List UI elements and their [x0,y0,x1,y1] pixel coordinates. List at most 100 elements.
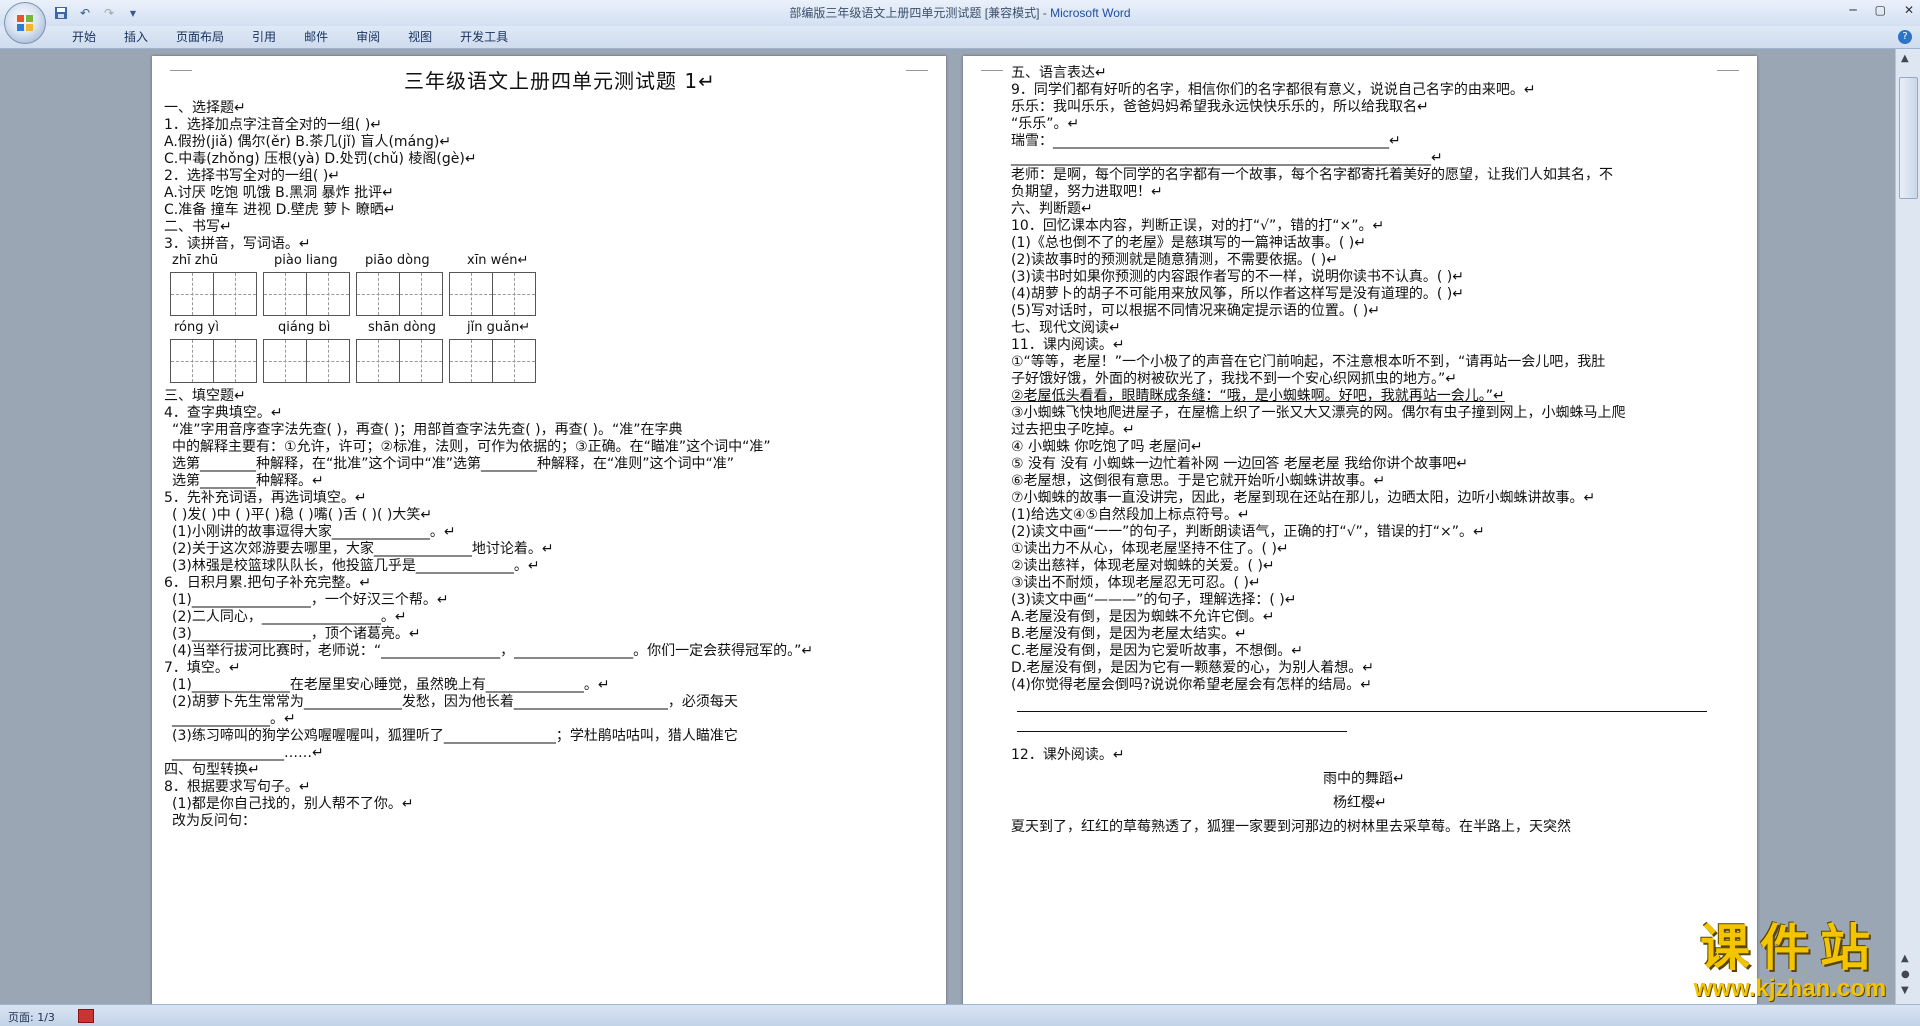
office-logo-icon [17,15,33,31]
watermark-url: www.kjzhan.com [1693,975,1887,1002]
doc-line: (5)写对话时，可以根据不同情况来确定提示语的位置。( )↵ [1011,303,1380,319]
office-button[interactable] [4,2,46,44]
doc-line: “乐乐”。↵ [1011,116,1080,132]
doc-line: 选第________种解释。↵ [172,473,324,489]
page-indicator[interactable]: 页面: 1/3 [8,1009,55,1025]
macro-record-icon[interactable] [78,1009,94,1023]
doc-line: 瑞雪：_____________________________________… [1011,133,1401,149]
doc-line: 8．根据要求写句子。↵ [164,779,311,795]
pinyin-label: xīn wén↵ [467,253,529,268]
minimize-icon[interactable]: ─ [1849,3,1856,17]
tab-references[interactable]: 引用 [238,29,290,45]
doc-line: (1)小刚讲的故事逗得大家______________。↵ [172,524,456,540]
doc-line: 负期望，努力进取吧！↵ [1011,184,1163,200]
doc-line: ③读出不耐烦，体现老屋忍无可忍。( )↵ [1011,575,1261,591]
maximize-icon[interactable]: ▢ [1875,3,1886,17]
doc-line: ( )发( )中 ( )平( )稳 ( )嘴( )舌 ( )( )大笑↵ [172,507,433,523]
tab-developer[interactable]: 开发工具 [446,29,522,45]
doc-line: (3)读文中画“———”的句子，理解选择：( )↵ [1011,592,1297,608]
ribbon-tabs: 开始 插入 页面布局 引用 邮件 审阅 视图 开发工具 [58,29,522,45]
doc-line: (2)胡萝卜先生常常为______________发愁，因为他长着_______… [172,694,738,710]
doc-line: A.老屋没有倒，是因为蜘蛛不允许它倒。↵ [1011,609,1275,625]
doc-line: (1)都是你自己找的，别人帮不了你。↵ [172,796,414,812]
writing-grid[interactable] [449,339,536,383]
tab-review[interactable]: 审阅 [342,29,394,45]
page-title: 三年级语文上册四单元测试题 1↵ [404,69,716,93]
vertical-scrollbar[interactable]: ▲ ▲ ● ▼ [1895,49,1920,1004]
passage-author: 杨红樱↵ [1333,795,1387,811]
passage-title: 雨中的舞蹈↵ [1323,771,1405,787]
pinyin-label: róng yì [174,320,219,335]
doc-line: (1)______________在老屋里安心睡觉，虽然晚上有_________… [172,677,610,693]
app-name: Microsoft Word [1050,6,1131,20]
doc-line: 1．选择加点字注音全对的一组( )↵ [164,117,383,133]
doc-line: 五、语言表达↵ [1011,65,1107,81]
answer-line[interactable] [1017,711,1707,712]
doc-line: (2)读文中画“一一”的句子，判断朗读语气，正确的打“√”，错误的打“×”。↵ [1011,524,1485,540]
crop-mark [906,56,928,71]
pinyin-label: jǐn guǎn↵ [467,320,531,335]
crop-mark [981,56,1003,71]
doc-line: C.老屋没有倒，是因为它爱听故事，不想倒。↵ [1011,643,1303,659]
doc-line: (3)读书时如果你预测的内容跟作者写的不一样，说明你读书不认真。( )↵ [1011,269,1464,285]
tab-insert[interactable]: 插入 [110,29,162,45]
doc-line: 一、选择题↵ [164,100,246,116]
doc-line: (3)练习啼叫的狗学公鸡喔喔喔叫，狐狸听了________________；学杜… [172,728,738,744]
crop-mark [170,56,192,71]
page-right: 五、语言表达↵ 9．同学们都有好听的名字，相信你们的名字都很有意义，说说自己名字… [963,56,1757,1004]
doc-line: 七、现代文阅读↵ [1011,320,1121,336]
doc-line: 4．查字典填空。↵ [164,405,283,421]
answer-line[interactable] [1017,731,1347,732]
writing-grid[interactable] [356,339,443,383]
doc-line: D.老屋没有倒，是因为它有一颗慈爱的心，为别人着想。↵ [1011,660,1374,676]
pinyin-label: shān dòng [368,320,437,335]
doc-line: 夏天到了，红红的草莓熟透了，狐狸一家要到河那边的树林里去采草莓。在半路上，天突然 [1011,819,1571,835]
close-icon[interactable]: ✕ [1904,3,1914,17]
doc-line: 二、书写↵ [164,219,232,235]
doc-line: 10．回忆课本内容，判断正误，对的打“√”，错的打“×”。↵ [1011,218,1385,234]
writing-grid[interactable] [356,272,443,316]
writing-grid[interactable] [170,272,257,316]
doc-line: C.准备 撞车 进视 D.壁虎 萝卜 瞭晒↵ [164,202,396,218]
doc-line: ①读出力不从心，体现老屋坚持不住了。( )↵ [1011,541,1289,557]
doc-line: 子好饿好饿，外面的树被砍光了，我找不到一个安心织网抓虫的地方。”↵ [1011,371,1457,387]
doc-line: (1)_________________，一个好汉三个帮。↵ [172,592,449,608]
help-icon[interactable]: ? [1898,30,1912,44]
doc-line: ________________……↵ [172,745,324,761]
doc-line: 六、判断题↵ [1011,201,1093,217]
doc-line: ⑦小蜘蛛的故事一直没讲完，因此，老屋到现在还站在那儿，边晒太阳，边听小蜘蛛讲故事… [1011,490,1596,506]
doc-line: ②读出慈祥，体现老屋对蜘蛛的关爱。( )↵ [1011,558,1275,574]
doc-line: ________________________________________… [1011,150,1443,166]
doc-line: (1)《总也倒不了的老屋》是慈琪写的一篇神话故事。( )↵ [1011,235,1366,251]
doc-line: ①“等等，老屋！”一个小极了的声音在它门前响起，不注意根本听不到，“请再站一会儿… [1011,354,1606,370]
writing-grid[interactable] [449,272,536,316]
scroll-thumb[interactable] [1899,77,1918,199]
doc-line: 12．课外阅读。↵ [1011,747,1125,763]
writing-grid[interactable] [170,339,257,383]
crop-mark [1717,56,1739,71]
pinyin-label: zhī zhū [172,253,219,268]
doc-line: 过去把虫子吃掉。↵ [1011,422,1135,438]
tab-view[interactable]: 视图 [394,29,446,45]
ribbon: 开始 插入 页面布局 引用 邮件 审阅 视图 开发工具 ? [0,26,1920,49]
doc-line: 老师：是啊，每个同学的名字都有一个故事，每个名字都寄托着美好的愿望，让我们人如其… [1011,167,1613,183]
doc-line: A.假扮(jiǎ) 偶尔(ěr) B.茶几(jǐ) 盲人(máng)↵ [164,134,452,150]
doc-line: “准”字用音序查字法先查( )，再查( )；用部首查字法先查( )，再查( )。… [172,422,683,438]
tab-mailings[interactable]: 邮件 [290,29,342,45]
writing-grid[interactable] [263,272,350,316]
writing-grid[interactable] [263,339,350,383]
tab-home[interactable]: 开始 [58,29,110,45]
pinyin-label: piāo dòng [365,253,430,268]
doc-line: 7．填空。↵ [164,660,241,676]
scroll-up-icon[interactable]: ▲ [1901,53,1909,64]
doc-line: 9．同学们都有好听的名字，相信你们的名字都很有意义，说说自己名字的由来吧。↵ [1011,82,1536,98]
doc-line: (3)_________________，顶个诸葛亮。↵ [172,626,421,642]
doc-line: ______________。↵ [172,711,296,727]
doc-line: 选第________种解释，在“批准”这个词中“准”选第________种解释，… [172,456,735,472]
document-title: 部编版三年级语文上册四单元测试题 [兼容模式] - [789,6,1051,20]
doc-line: 6．日积月累.把句子补充完整。↵ [164,575,372,591]
doc-line: 四、句型转换↵ [164,762,260,778]
tab-page-layout[interactable]: 页面布局 [162,29,238,45]
doc-line: (4)胡萝卜的胡子不可能用来放风筝，所以作者这样写是没有道理的。( )↵ [1011,286,1464,302]
doc-line: (2)二人同心，_________________。↵ [172,609,407,625]
